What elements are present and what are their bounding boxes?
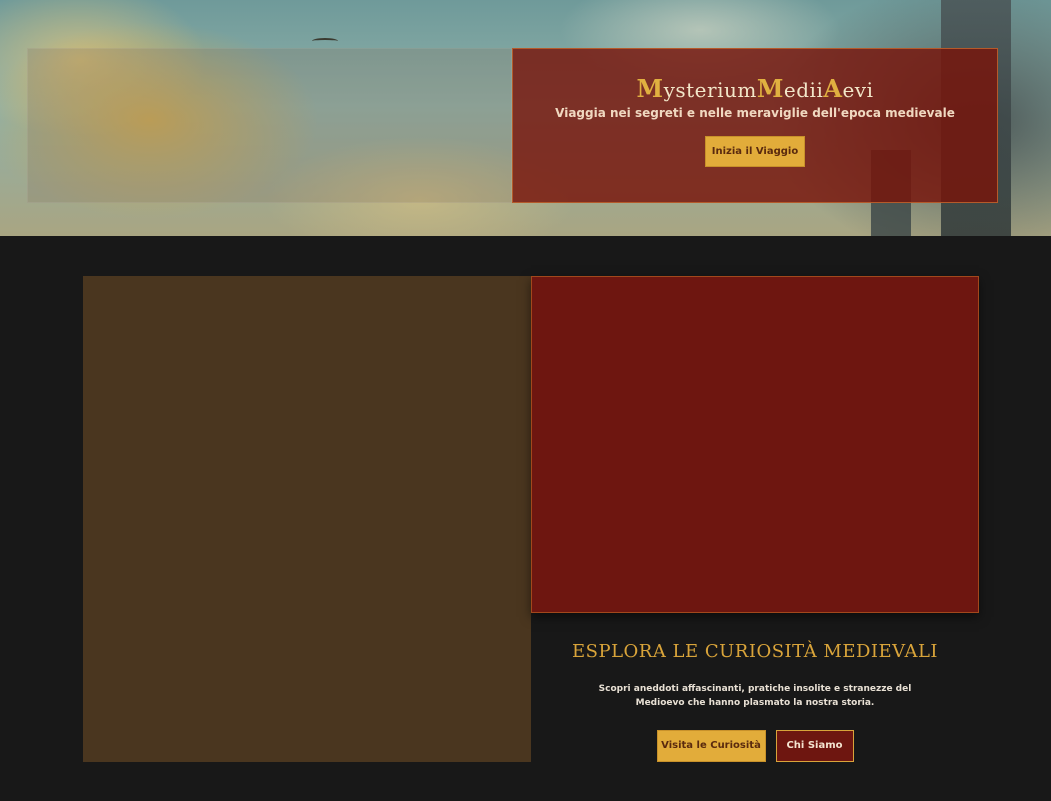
title-initial: M: [636, 74, 664, 103]
bird-image: [312, 38, 338, 44]
section-button-row: Visita le Curiosità Chi Siamo: [531, 730, 979, 762]
title-word: evi: [842, 78, 874, 102]
curiosities-section: ESPLORA LE CURIOSITÀ MEDIEVALI Scopri an…: [0, 236, 1051, 801]
site-subtitle: Viaggia nei segreti e nelle meraviglie d…: [555, 106, 955, 120]
title-word: edii: [783, 78, 824, 102]
visit-curiosities-button[interactable]: Visita le Curiosità: [656, 730, 766, 762]
site-title: MysteriumMediiAevi: [513, 75, 997, 103]
image-placeholder-left: [83, 276, 531, 762]
title-word: ysterium: [663, 78, 757, 102]
hero-card: MysteriumMediiAevi Viaggia nei segreti e…: [512, 48, 998, 203]
start-journey-button[interactable]: Inizia il Viaggio: [705, 136, 805, 167]
image-placeholder-right: [531, 276, 979, 613]
title-initial: A: [823, 74, 843, 103]
hero-overlay-panel: [27, 48, 512, 203]
title-initial: M: [756, 74, 784, 103]
section-title: ESPLORA LE CURIOSITÀ MEDIEVALI: [571, 641, 939, 662]
section-description: Scopri aneddoti affascinanti, pratiche i…: [598, 684, 912, 708]
hero-banner: MysteriumMediiAevi Viaggia nei segreti e…: [0, 0, 1051, 236]
about-us-button[interactable]: Chi Siamo: [775, 730, 854, 762]
